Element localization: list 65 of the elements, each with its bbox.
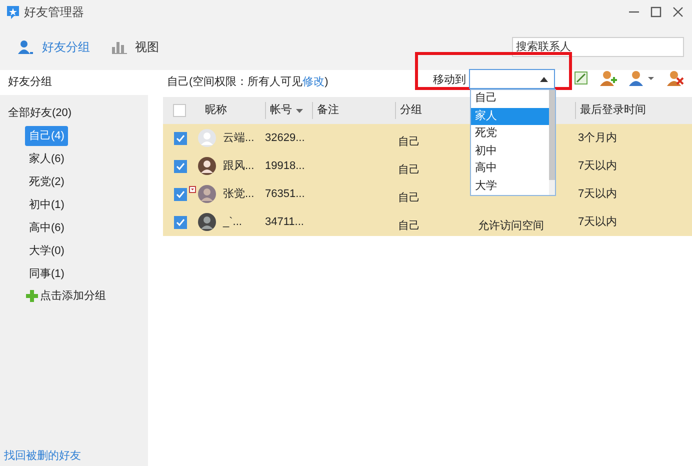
- last-login-cell-text: 7天以内: [577, 158, 618, 174]
- group-cell-text: 自己: [397, 134, 421, 150]
- add-user-icon[interactable]: [600, 70, 617, 86]
- add-group-link[interactable]: 点击添加分组: [40, 288, 106, 304]
- dropdown-option[interactable]: 大学: [471, 178, 549, 195]
- checkbox[interactable]: [172, 104, 186, 117]
- move-to-dropdown[interactable]: [469, 69, 555, 89]
- nickname-cell-text: _`...: [222, 214, 243, 230]
- delete-user-icon[interactable]: [667, 70, 684, 86]
- group-item[interactable]: 同事(1): [25, 264, 68, 284]
- toolbar-tab[interactable]: 视图: [112, 38, 159, 56]
- close-icon[interactable]: [672, 6, 684, 18]
- dropdown-option[interactable]: 高中: [471, 160, 549, 178]
- maximize-icon[interactable]: [650, 6, 662, 18]
- column-header[interactable]: 最后登录时间: [575, 102, 646, 119]
- last-login-cell-text: 3个月内: [577, 130, 618, 146]
- nickname-cell-text: 跟风...: [222, 158, 256, 174]
- account-cell-text: 34711...: [264, 214, 305, 230]
- recover-friends-link[interactable]: 找回被删的好友: [4, 448, 81, 464]
- plus-icon[interactable]: [26, 290, 38, 302]
- column-header[interactable]: 昵称: [195, 102, 265, 119]
- column-header[interactable]: 帐号: [265, 102, 312, 119]
- checkbox[interactable]: [174, 216, 187, 228]
- column-header[interactable]: 备注: [312, 102, 395, 119]
- space-access-cell-text: 允许访问空间: [477, 218, 545, 234]
- group-item[interactable]: 高中(6): [25, 218, 68, 238]
- group-item[interactable]: 家人(6): [25, 149, 68, 169]
- group-cell-text: 自己: [397, 190, 421, 206]
- last-login-cell-text: 7天以内: [577, 214, 618, 230]
- avatar-icon: [198, 213, 216, 231]
- group-cell-text: 自己: [397, 162, 421, 178]
- avatar-icon: [198, 157, 216, 175]
- edit-link[interactable]: 修改: [302, 76, 325, 88]
- sort-down-icon: [296, 108, 303, 112]
- group-cell-text: 自己: [397, 218, 421, 234]
- space-permission-text: 自己(空间权限：所有人可见修改): [167, 74, 328, 90]
- people-icon: [18, 40, 34, 54]
- sidebar-title: 好友分组: [8, 75, 52, 90]
- avatar-icon: [198, 185, 216, 203]
- avatar-icon: [198, 129, 216, 147]
- nickname-cell-text: 张觉...: [222, 186, 256, 202]
- toolbar-tab[interactable]: 好友分组: [18, 38, 90, 56]
- scrollbar[interactable]: [549, 90, 555, 195]
- app-logo-icon: [6, 4, 20, 20]
- all-friends-item[interactable]: 全部好友(20): [8, 104, 148, 122]
- search-field[interactable]: 搜索联系人: [512, 37, 684, 57]
- group-item[interactable]: 死党(2): [25, 172, 68, 192]
- move-to-label: 移动到: [433, 73, 466, 88]
- last-login-cell-text: 7天以内: [577, 186, 618, 202]
- bar-chart-icon: [112, 40, 127, 54]
- caret-icon: [540, 76, 548, 82]
- group-item[interactable]: 初中(1): [25, 195, 68, 215]
- dropdown-option[interactable]: 初中: [471, 142, 549, 160]
- checkbox[interactable]: [174, 160, 187, 172]
- dropdown-option[interactable]: 自己: [471, 90, 549, 108]
- checkbox[interactable]: [174, 188, 187, 200]
- checkbox[interactable]: [174, 132, 187, 144]
- dropdown-option[interactable]: 死党: [471, 125, 549, 142]
- account-cell-text: 76351...: [264, 186, 306, 202]
- user-menu-icon[interactable]: [629, 70, 655, 86]
- group-item[interactable]: 大学(0): [25, 241, 68, 261]
- account-cell-text: 32629...: [264, 130, 306, 146]
- account-cell-text: 19918...: [264, 158, 306, 174]
- nickname-cell-text: 云端...: [222, 130, 256, 146]
- window-title: 好友管理器: [24, 4, 84, 21]
